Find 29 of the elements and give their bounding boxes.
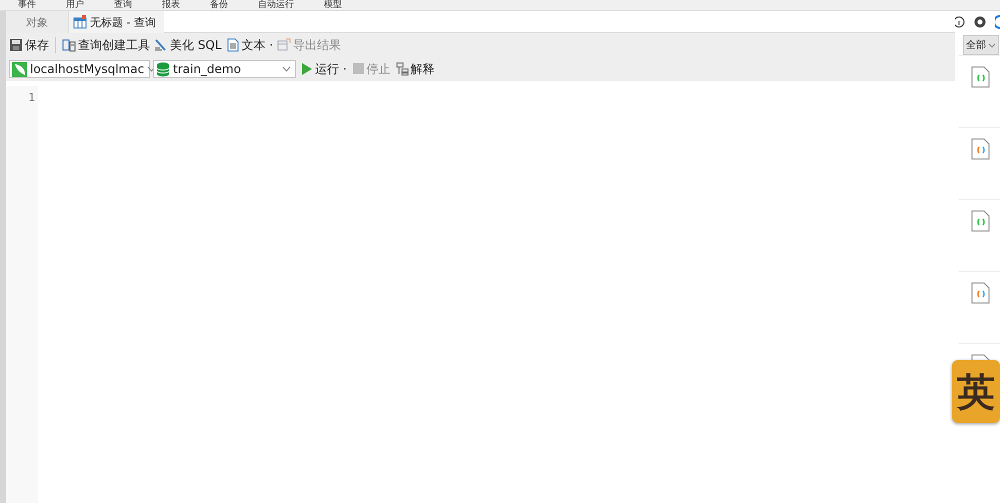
explain-icon xyxy=(396,62,409,76)
menu-item[interactable]: 模型 xyxy=(324,0,342,10)
database-dropdown[interactable]: train_demo xyxy=(153,60,296,78)
filter-dropdown[interactable]: 全部 xyxy=(963,35,999,55)
connection-dropdown[interactable]: localhostMysqlmac xyxy=(9,60,150,78)
eye-icon xyxy=(974,16,986,28)
chevron-down-icon xyxy=(282,66,291,72)
table-export-icon xyxy=(277,38,292,52)
input-method-tooltip[interactable]: 英 xyxy=(952,360,1000,423)
database-icon xyxy=(156,62,170,76)
refresh-icon xyxy=(995,15,1000,29)
explain-button[interactable]: 解释 xyxy=(394,60,436,78)
menu-item[interactable]: 备份 xyxy=(210,0,228,10)
wand-pencil-icon xyxy=(154,38,168,52)
play-icon xyxy=(300,62,313,76)
chevron-down-icon xyxy=(988,42,996,48)
line-number: 1 xyxy=(27,91,36,104)
tab[interactable]: 对象 xyxy=(6,11,68,33)
leaf-icon xyxy=(12,62,27,76)
table-icon xyxy=(73,15,87,29)
stop-icon xyxy=(352,62,365,76)
builder-button[interactable]: 查询创建工具 xyxy=(61,36,151,54)
info-icon xyxy=(955,16,965,28)
document-icon xyxy=(226,38,240,52)
query-builder-icon xyxy=(62,38,76,52)
text-button[interactable]: 文本 · xyxy=(224,36,274,54)
beautify-button[interactable]: 美化 SQL xyxy=(153,36,223,54)
run-button[interactable]: 运行 · xyxy=(299,60,348,78)
save-button[interactable]: 保存 xyxy=(8,36,50,54)
